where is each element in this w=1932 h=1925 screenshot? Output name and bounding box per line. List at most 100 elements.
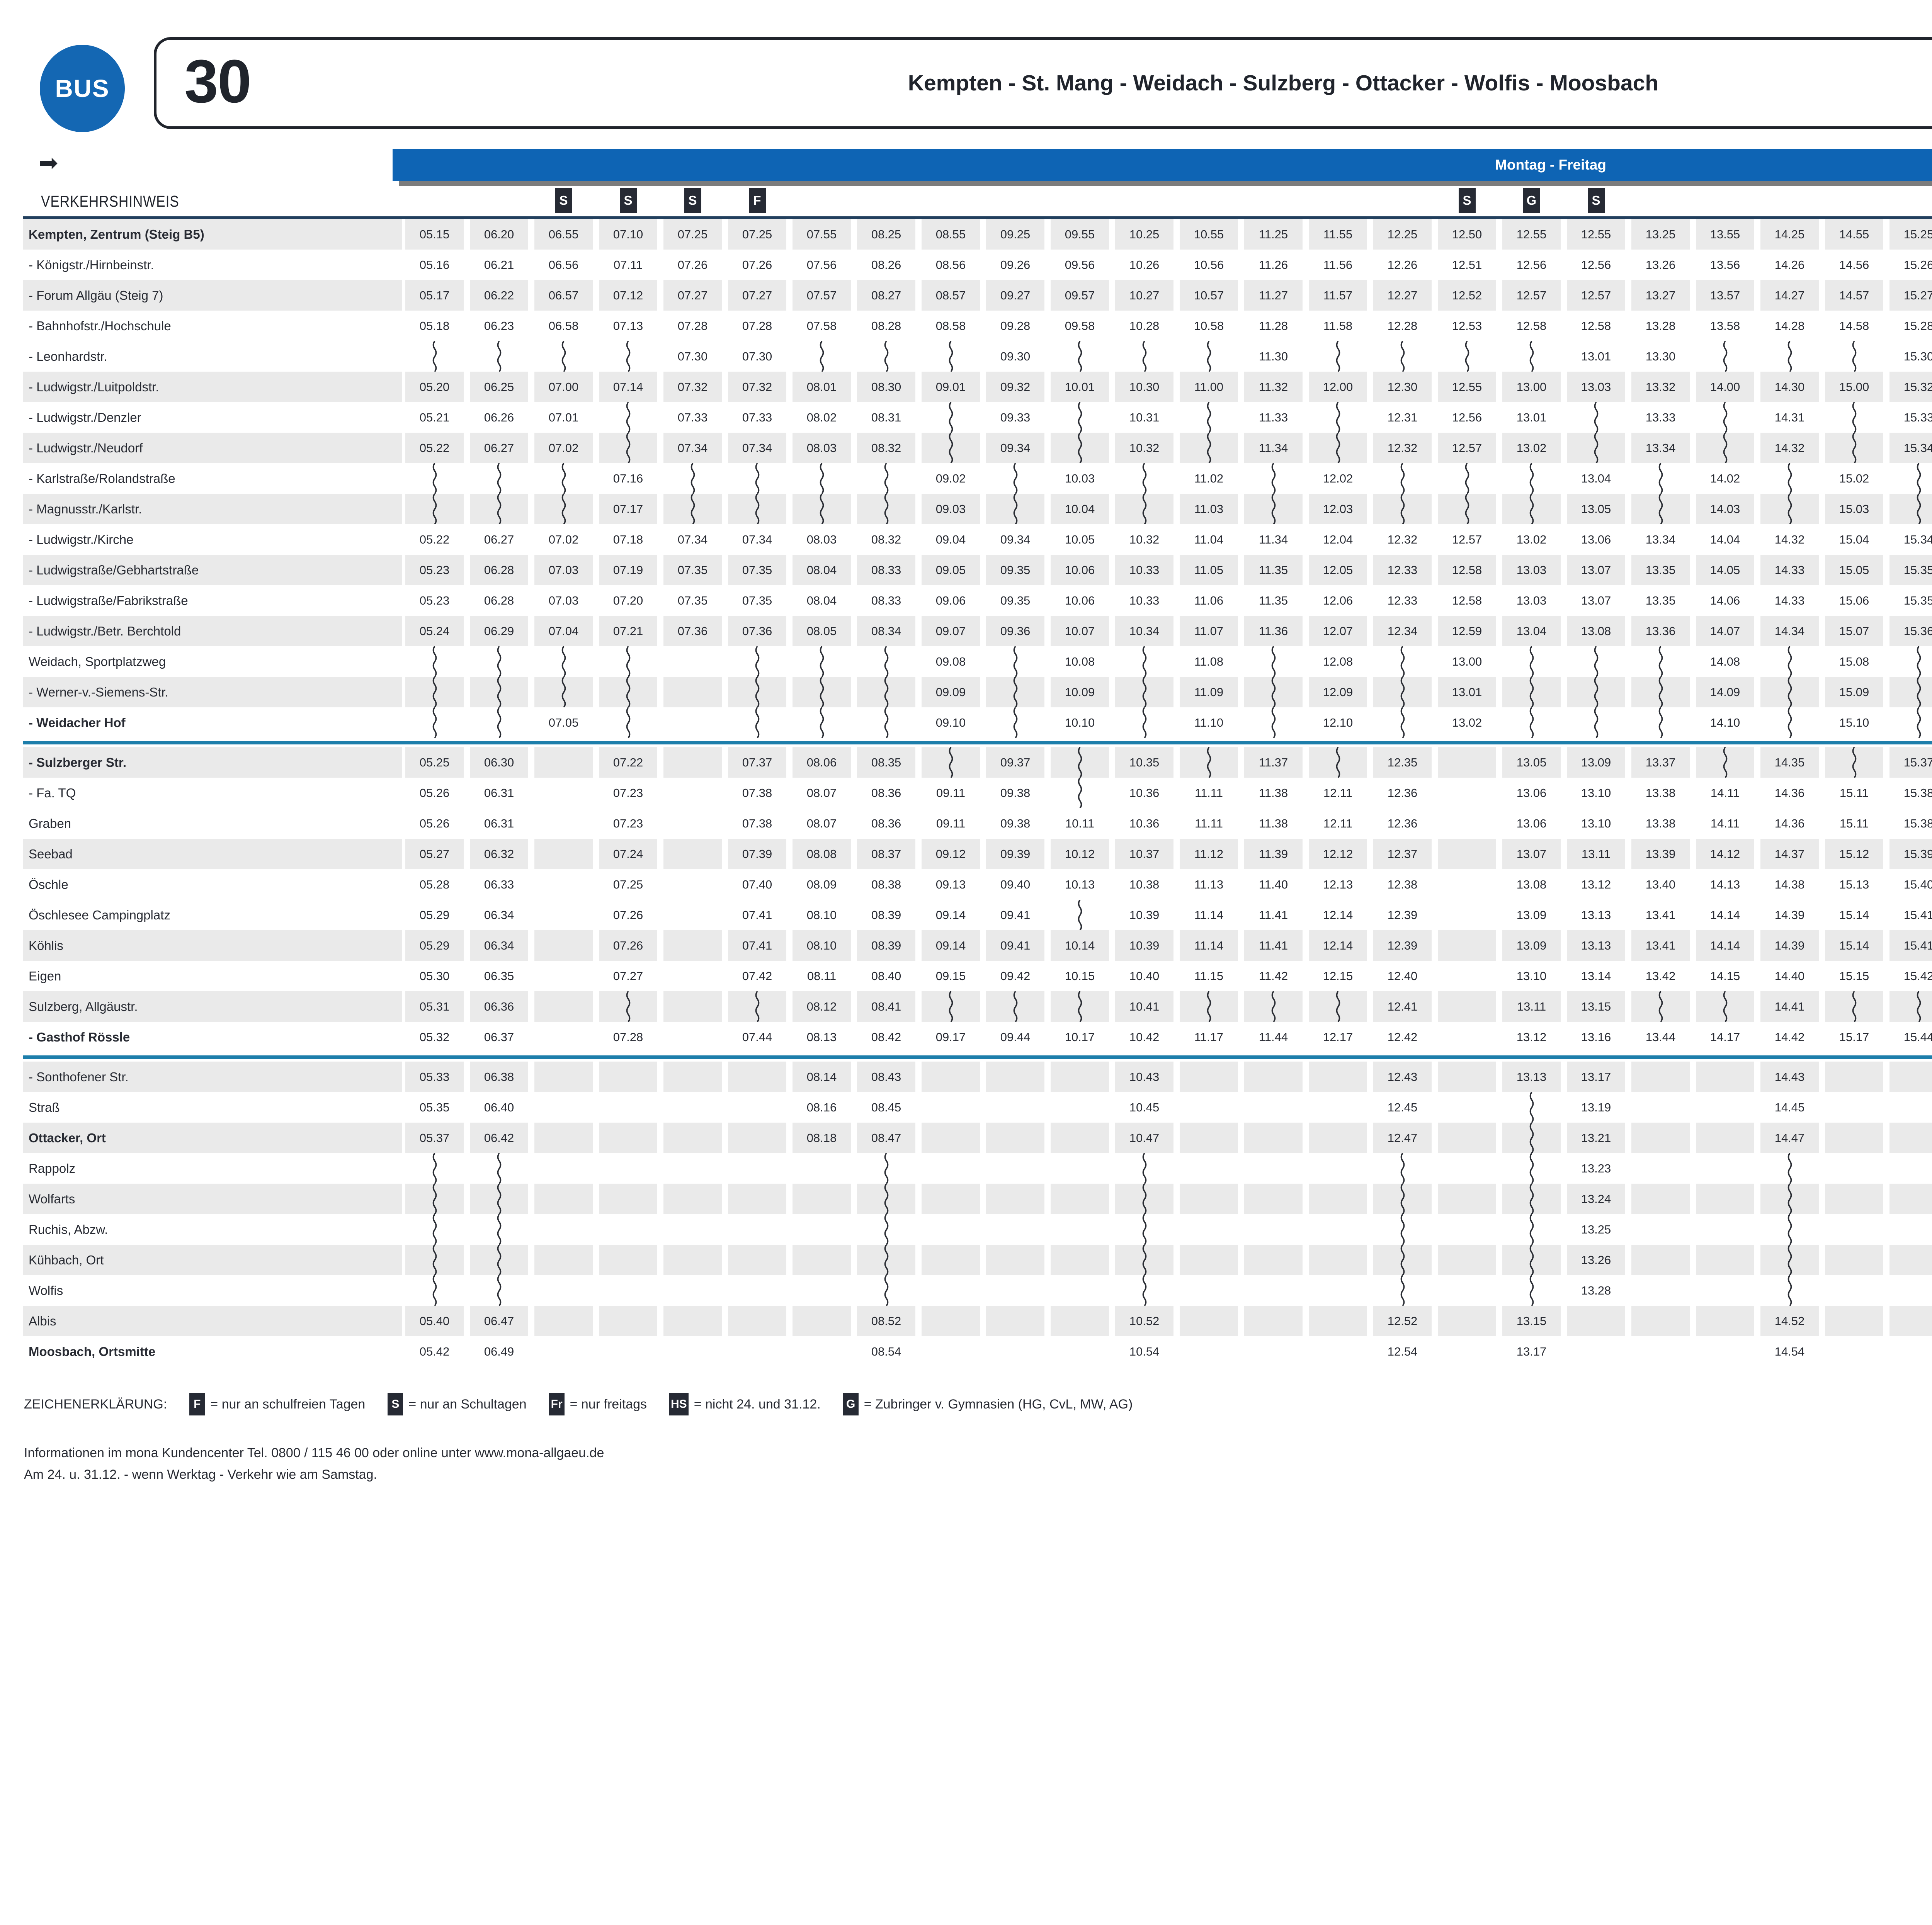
time-cell: 08.18: [789, 1123, 854, 1153]
trip-symbol-S: S: [555, 188, 572, 213]
time-cell: 08.33: [854, 585, 918, 616]
time-cell: [1435, 1184, 1499, 1214]
time-cell: [660, 1245, 725, 1275]
time-cell: 13.02: [1499, 433, 1564, 463]
time-cell: [1628, 1336, 1693, 1367]
day-band-bar: Montag - Freitag: [393, 149, 1932, 181]
time-cell: 11.11: [1177, 778, 1241, 808]
time-cell: [1499, 341, 1564, 372]
time-cell: 07.35: [725, 555, 789, 585]
skip-squiggle-icon: [1787, 1153, 1793, 1184]
time-cell: [1628, 1153, 1693, 1184]
skip-squiggle-icon: [1400, 1245, 1406, 1275]
time-cell: [1499, 463, 1564, 494]
time-cell: 08.58: [918, 311, 983, 341]
time-cell: 07.21: [596, 616, 660, 646]
skip-squiggle-icon: [625, 646, 631, 677]
skip-squiggle-icon: [1012, 707, 1019, 738]
time-cell: 13.34: [1628, 524, 1693, 555]
stop-name: Straß: [23, 1092, 402, 1123]
time-cell: 09.06: [918, 585, 983, 616]
skip-squiggle-icon: [1141, 646, 1148, 677]
time-cell: 13.03: [1499, 585, 1564, 616]
time-cell: [1048, 402, 1112, 433]
time-cell: [531, 900, 596, 930]
skip-squiggle-icon: [496, 1214, 502, 1245]
time-cell: 09.34: [983, 524, 1048, 555]
symbol-cell-col4: S: [596, 185, 660, 216]
time-cell: 12.55: [1499, 219, 1564, 250]
symbol-cell-col11: [1048, 185, 1112, 216]
time-cell: 15.39: [1886, 839, 1932, 869]
time-cell: 13.16: [1564, 1022, 1628, 1052]
time-cell: 07.26: [596, 930, 660, 961]
time-cell: 10.42: [1112, 1022, 1177, 1052]
time-cell: 08.01: [789, 372, 854, 402]
time-cell: [725, 463, 789, 494]
skip-squiggle-icon: [1400, 1275, 1406, 1306]
stop-row: - Fa. TQ05.2606.3107.2307.3808.0708.3609…: [23, 778, 1932, 808]
time-cell: [725, 1123, 789, 1153]
time-cell: 06.42: [467, 1123, 531, 1153]
stop-row: Wolfarts13.24: [23, 1184, 1932, 1214]
time-cell: 07.27: [725, 280, 789, 311]
skip-squiggle-icon: [1529, 494, 1535, 524]
trip-symbol-S: S: [620, 188, 637, 213]
time-cell: [660, 1336, 725, 1367]
time-cell: 10.10: [1048, 707, 1112, 738]
time-cell: [1499, 1214, 1564, 1245]
skip-squiggle-icon: [1529, 1153, 1535, 1184]
time-cell: [1241, 1245, 1306, 1275]
time-cell: 13.00: [1499, 372, 1564, 402]
skip-squiggle-icon: [1851, 402, 1857, 433]
stop-name: Weidach, Sportplatzweg: [23, 646, 402, 677]
time-cell: 12.14: [1306, 900, 1370, 930]
time-cell: [983, 1306, 1048, 1336]
skip-squiggle-icon: [1141, 677, 1148, 707]
time-cell: [1177, 341, 1241, 372]
time-cell: 05.42: [402, 1336, 467, 1367]
time-cell: 14.45: [1757, 1092, 1822, 1123]
time-cell: [1048, 433, 1112, 463]
time-cell: [531, 1123, 596, 1153]
time-cell: 15.42: [1886, 961, 1932, 991]
time-cell: [983, 1184, 1048, 1214]
time-cell: 15.34: [1886, 524, 1932, 555]
time-cell: 14.13: [1693, 869, 1757, 900]
time-cell: [983, 1245, 1048, 1275]
time-cell: [1693, 747, 1757, 778]
time-cell: [596, 991, 660, 1022]
time-cell: 07.33: [660, 402, 725, 433]
time-cell: 11.57: [1306, 280, 1370, 311]
time-cell: [1628, 1184, 1693, 1214]
stop-name: - Ludwigstr./Kirche: [23, 524, 402, 555]
time-cell: 15.38: [1886, 808, 1932, 839]
legend-text: = nur freitags: [570, 1397, 647, 1412]
time-cell: [531, 494, 596, 524]
time-cell: 06.34: [467, 900, 531, 930]
time-cell: [725, 494, 789, 524]
time-cell: 06.37: [467, 1022, 531, 1052]
stop-name: Wolfis: [23, 1275, 402, 1306]
time-cell: 08.56: [918, 250, 983, 280]
time-cell: [1822, 1153, 1886, 1184]
time-cell: 06.36: [467, 991, 531, 1022]
time-cell: 09.07: [918, 616, 983, 646]
time-cell: 09.09: [918, 677, 983, 707]
time-cell: 14.03: [1693, 494, 1757, 524]
time-cell: [1435, 778, 1499, 808]
time-cell: [1306, 1275, 1370, 1306]
skip-squiggle-icon: [1400, 1153, 1406, 1184]
skip-squiggle-icon: [1529, 646, 1535, 677]
time-cell: 07.19: [596, 555, 660, 585]
time-cell: 11.04: [1177, 524, 1241, 555]
time-cell: 09.39: [983, 839, 1048, 869]
time-cell: 15.41: [1886, 930, 1932, 961]
time-cell: 06.29: [467, 616, 531, 646]
time-cell: 14.37: [1757, 839, 1822, 869]
time-cell: 10.30: [1112, 372, 1177, 402]
time-cell: [1112, 494, 1177, 524]
time-cell: 05.18: [402, 311, 467, 341]
time-cell: [1628, 677, 1693, 707]
time-cell: [983, 1153, 1048, 1184]
